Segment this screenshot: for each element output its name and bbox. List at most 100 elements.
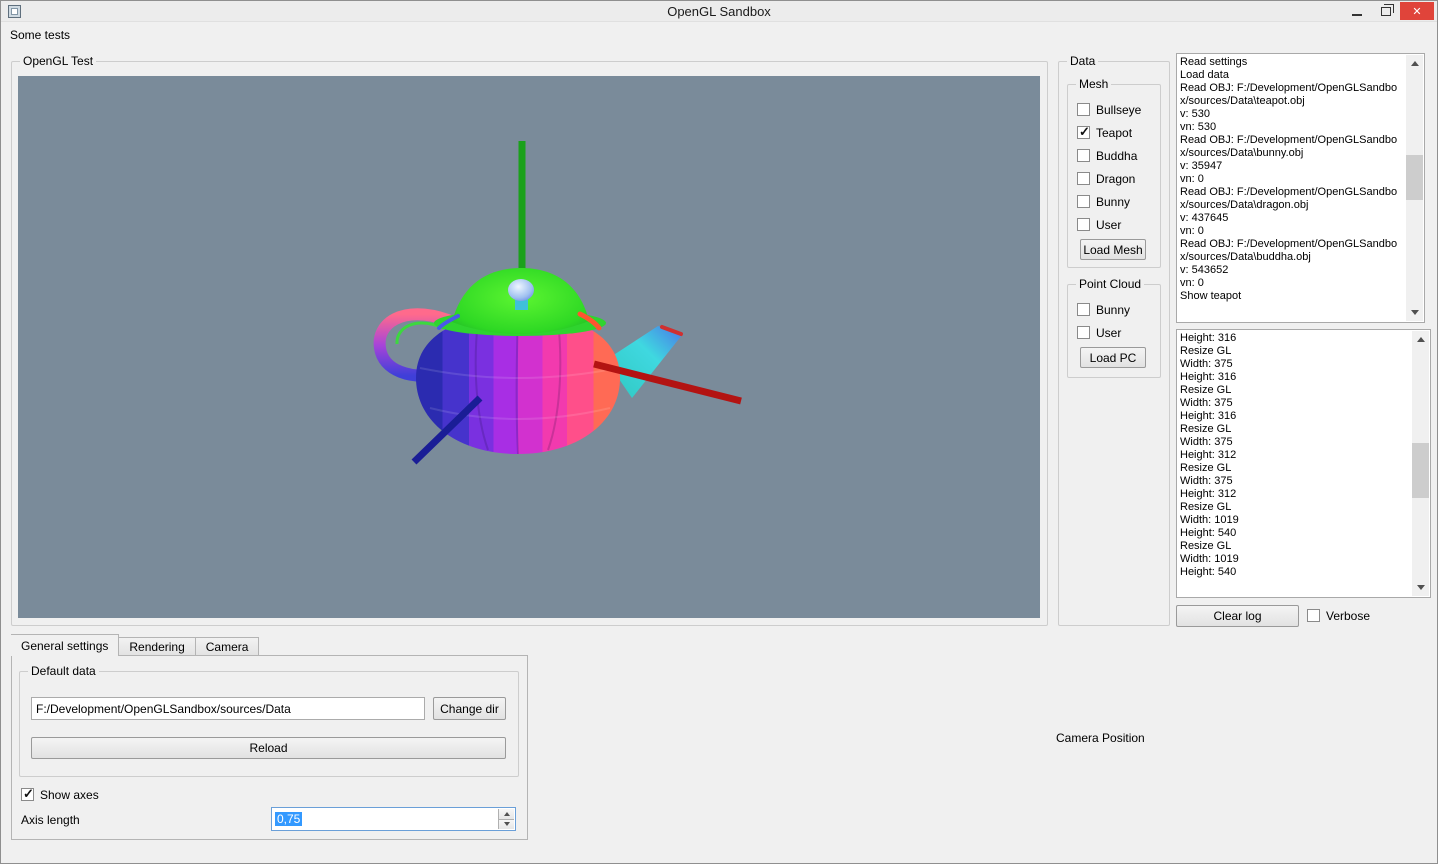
scrollbar-thumb[interactable] (1412, 443, 1429, 498)
settings-tab-label: Camera (205, 639, 249, 654)
maximize-button[interactable] (1371, 2, 1400, 20)
mesh-checkbox-row[interactable]: Buddha (1077, 144, 1141, 167)
mesh-checkbox-row[interactable]: Dragon (1077, 167, 1141, 190)
mesh-checkbox-row[interactable]: Teapot (1077, 121, 1141, 144)
log-line: Read OBJ: F:/Development/OpenGLSandbox/s… (1180, 238, 1398, 263)
log-line: Read settings (1180, 56, 1248, 68)
log-line: Height: 540 (1180, 566, 1237, 578)
checkbox[interactable] (1077, 326, 1090, 339)
app-window: OpenGL Sandbox ✕ Some tests OpenGL Test (0, 0, 1438, 864)
log-line: Height: 312 (1180, 488, 1237, 500)
checkbox[interactable] (1077, 303, 1090, 316)
checkbox-label: User (1096, 325, 1122, 340)
show-axes-checkbox-row[interactable]: Show axes (21, 783, 99, 806)
arrow-down-icon (1410, 310, 1419, 315)
gl-viewport[interactable] (18, 76, 1040, 618)
log-line: Height: 316 (1180, 332, 1237, 344)
checkbox-label: Bullseye (1096, 102, 1142, 117)
log-line: Height: 316 (1180, 371, 1237, 383)
settings-tab[interactable]: Camera (195, 637, 260, 656)
mesh-checkbox-row[interactable]: User (1077, 213, 1141, 236)
log-line: vn: 530 (1180, 121, 1217, 133)
menu-item-some-tests[interactable]: Some tests (1, 24, 79, 46)
log-line: Resize GL (1180, 501, 1232, 513)
verbose-label: Verbose (1326, 608, 1371, 623)
show-axes-checkbox[interactable] (21, 786, 34, 802)
minimize-button[interactable] (1342, 2, 1371, 20)
titlebar[interactable]: OpenGL Sandbox ✕ (1, 1, 1437, 22)
settings-tab[interactable]: General settings (11, 634, 120, 656)
arrow-up-icon (1416, 337, 1425, 342)
close-button[interactable]: ✕ (1400, 2, 1434, 20)
mesh-checkbox-row[interactable]: Bullseye (1077, 98, 1141, 121)
log-line: Width: 375 (1180, 436, 1233, 448)
axis-length-spinbox[interactable]: 0,75 (271, 807, 516, 831)
log-line: v: 437645 (1180, 212, 1229, 224)
default-data-group: Default data (19, 664, 519, 777)
scrollbar-thumb[interactable] (1406, 155, 1423, 200)
close-icon: ✕ (1412, 5, 1422, 18)
load-mesh-button[interactable]: Load Mesh (1080, 239, 1146, 260)
log-line: Width: 1019 (1180, 553, 1239, 565)
log-bottom-text: Height: 316 Resize GL Width: 375 Height: 31… (1180, 332, 1411, 595)
checkbox-label: Bunny (1096, 194, 1131, 209)
log-line: Load data (1180, 69, 1229, 81)
change-dir-button[interactable]: Change dir (433, 697, 506, 720)
checkbox[interactable] (1077, 195, 1090, 208)
scrollbar-up-button[interactable] (1406, 55, 1423, 72)
log-output-bottom[interactable]: Height: 316 Resize GL Width: 375 Height: 31… (1176, 329, 1431, 598)
window-title: OpenGL Sandbox (667, 4, 771, 19)
data-group-label: Data (1067, 54, 1099, 68)
settings-tab[interactable]: Rendering (119, 637, 196, 656)
mesh-checkbox-row[interactable]: Bunny (1077, 190, 1141, 213)
opengl-test-group-label: OpenGL Test (20, 54, 97, 68)
spin-down-button[interactable] (498, 819, 514, 829)
verbose-checkbox-row[interactable]: Verbose (1307, 604, 1370, 627)
scrollbar-down-button[interactable] (1406, 304, 1423, 321)
checkbox-label: User (1096, 217, 1122, 232)
log-line: v: 530 (1180, 108, 1210, 120)
log-line: vn: 0 (1180, 225, 1204, 237)
spin-up-button[interactable] (498, 809, 514, 820)
checkbox[interactable] (1077, 218, 1090, 231)
log-line: Height: 312 (1180, 449, 1237, 461)
scrollbar-down-button[interactable] (1412, 579, 1429, 596)
log-line: Height: 316 (1180, 410, 1237, 422)
log-line: Resize GL (1180, 423, 1232, 435)
axis-length-value: 0,75 (275, 812, 303, 826)
log-line: Show teapot (1180, 290, 1242, 302)
arrow-down-icon (503, 822, 510, 827)
load-pc-button[interactable]: Load PC (1080, 347, 1146, 368)
checkbox[interactable] (1077, 124, 1090, 140)
settings-tab-label: Rendering (129, 639, 185, 654)
minimize-icon (1351, 13, 1362, 16)
settings-tabbar: General settings Rendering Camera (11, 634, 260, 656)
verbose-checkbox[interactable] (1307, 609, 1320, 622)
checkbox[interactable] (1077, 172, 1090, 185)
reload-button[interactable]: Reload (31, 737, 506, 759)
pc-checkbox-row[interactable]: Bunny (1077, 298, 1130, 321)
checkbox-label: Bunny (1096, 302, 1131, 317)
arrow-up-icon (1410, 61, 1419, 66)
log-output-top[interactable]: Read settings Load data Read OBJ: F:/Devel… (1176, 53, 1425, 323)
data-path-input[interactable] (31, 697, 425, 720)
log-line: vn: 0 (1180, 277, 1204, 289)
log-line: Width: 1019 (1180, 514, 1239, 526)
scrollbar-up-button[interactable] (1412, 331, 1429, 348)
checkbox[interactable] (1077, 149, 1090, 162)
gl-3d-scene[interactable] (18, 76, 1040, 618)
log-line: vn: 0 (1180, 173, 1204, 185)
log-top-text: Read settings Load data Read OBJ: F:/Devel… (1180, 56, 1405, 320)
log-bottom-scrollbar[interactable] (1412, 331, 1429, 596)
checkbox-label: Teapot (1096, 125, 1133, 140)
log-line: Read OBJ: F:/Development/OpenGLSandbox/s… (1180, 186, 1398, 211)
show-axes-label: Show axes (40, 787, 99, 802)
clear-log-button[interactable]: Clear log (1176, 605, 1299, 627)
mesh-checkbox-list: Bullseye Teapot Buddha Dragon (1077, 98, 1141, 236)
log-top-scrollbar[interactable] (1406, 55, 1423, 321)
log-line: Width: 375 (1180, 358, 1233, 370)
log-line: Width: 375 (1180, 475, 1233, 487)
checkbox[interactable] (1077, 103, 1090, 116)
teapot (373, 268, 683, 455)
pc-checkbox-row[interactable]: User (1077, 321, 1130, 344)
